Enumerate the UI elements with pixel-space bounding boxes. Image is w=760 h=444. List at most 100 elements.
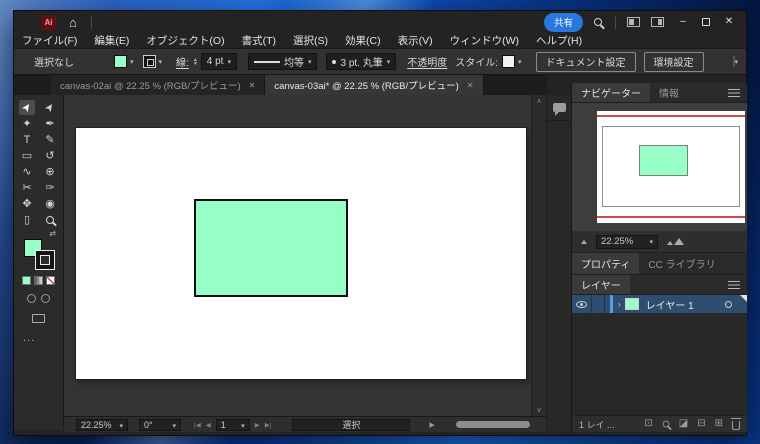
- width-tool[interactable]: ◉: [42, 196, 58, 211]
- stroke-label[interactable]: 線:: [176, 54, 189, 69]
- workspace-switcher-icon[interactable]: [651, 17, 664, 27]
- arrange-documents-icon[interactable]: [627, 17, 640, 27]
- stroke-color-swatch[interactable]: [142, 55, 156, 68]
- swap-fill-stroke-icon[interactable]: ⇄: [14, 229, 63, 238]
- first-artboard-icon[interactable]: |◀: [194, 421, 201, 429]
- none-button[interactable]: [46, 276, 55, 285]
- shape-builder-tool[interactable]: ⊕: [42, 164, 58, 179]
- scroll-down-icon[interactable]: [536, 406, 541, 414]
- layer-visibility-cell[interactable]: [572, 295, 592, 313]
- artboard[interactable]: [76, 128, 526, 379]
- app-logo-icon[interactable]: Ai: [41, 14, 56, 30]
- horizontal-scrollbar-thumb[interactable]: [456, 421, 530, 428]
- type-tool[interactable]: T: [19, 132, 35, 147]
- tab-close-icon[interactable]: ✕: [467, 81, 474, 90]
- layer-expand-icon[interactable]: [618, 300, 621, 309]
- navigator-menu-icon[interactable]: [728, 88, 740, 97]
- navigator-zoom-field[interactable]: 22.25%: [596, 234, 658, 249]
- fill-dropdown-icon[interactable]: [130, 56, 134, 67]
- next-artboard-icon[interactable]: ▶: [255, 421, 260, 429]
- eyedropper-tool[interactable]: ✑: [42, 180, 58, 195]
- zoom-tool[interactable]: [42, 212, 58, 227]
- rotate-tool[interactable]: ↺: [42, 148, 58, 163]
- document-setup-button[interactable]: ドキュメント設定: [535, 51, 636, 72]
- edit-toolbar-icon[interactable]: ...: [14, 332, 63, 344]
- stroke-width-dropdown-icon[interactable]: [227, 56, 231, 67]
- layer-row[interactable]: レイヤー 1: [572, 295, 747, 313]
- locate-object-icon[interactable]: [662, 420, 670, 428]
- opacity-label[interactable]: 不透明度: [407, 54, 447, 69]
- search-icon[interactable]: [594, 18, 602, 26]
- layer-name[interactable]: レイヤー 1: [646, 297, 694, 312]
- tab-close-icon[interactable]: ✕: [249, 81, 256, 90]
- status-expand-icon[interactable]: ▶: [429, 421, 434, 429]
- layers-panel-body[interactable]: [572, 313, 747, 416]
- stroke-width-field[interactable]: 4 pt: [200, 53, 237, 70]
- style-dropdown-icon[interactable]: [518, 56, 522, 67]
- tab-canvas-03[interactable]: canvas-03ai* @ 22.25 % (RGB/プレビュー) ✕: [265, 75, 484, 95]
- rotation-dropdown-icon[interactable]: [172, 420, 176, 430]
- artboard-dropdown-icon[interactable]: [241, 420, 245, 430]
- scissors-tool[interactable]: ✂: [19, 180, 35, 195]
- maximize-button[interactable]: [702, 18, 710, 26]
- zoom-dropdown-icon[interactable]: [119, 420, 123, 430]
- menu-item-effect[interactable]: 効果(C): [345, 33, 381, 48]
- zoom-in-icon[interactable]: [667, 241, 673, 245]
- rectangle-tool[interactable]: ▭: [19, 148, 35, 163]
- paintbrush-tool[interactable]: ✎: [42, 132, 58, 147]
- menu-item-edit[interactable]: 編集(E): [94, 33, 129, 48]
- pen-tool[interactable]: ✒: [42, 116, 58, 131]
- zoom-in-icon[interactable]: [674, 238, 684, 245]
- green-rectangle-shape[interactable]: [194, 199, 348, 297]
- zoom-level-field[interactable]: 22.25%: [76, 418, 128, 431]
- shaper-tool[interactable]: ∿: [19, 164, 35, 179]
- stroke-dropdown-icon[interactable]: [159, 56, 163, 67]
- artboard-tool[interactable]: ▯: [19, 212, 35, 227]
- artboard-number-field[interactable]: 1: [215, 418, 250, 431]
- menu-item-file[interactable]: ファイル(F): [22, 33, 77, 48]
- draw-normal-mode-icon[interactable]: [27, 294, 36, 303]
- share-button[interactable]: 共有: [543, 12, 583, 32]
- stroke-width-stepper[interactable]: ▲ ▼: [193, 57, 198, 66]
- rotation-field[interactable]: 0°: [139, 418, 181, 431]
- previous-artboard-icon[interactable]: ◀: [206, 421, 211, 429]
- preferences-button[interactable]: 環境設定: [643, 51, 704, 72]
- menu-item-view[interactable]: 表示(V): [398, 33, 433, 48]
- menu-item-window[interactable]: ウィンドウ(W): [450, 33, 519, 48]
- stroke-indicator[interactable]: [35, 251, 54, 269]
- navigator-preview[interactable]: [572, 103, 747, 231]
- canvas-area[interactable]: [64, 95, 531, 416]
- tab-properties[interactable]: プロパティ: [572, 253, 640, 274]
- minimize-button[interactable]: –: [675, 17, 691, 27]
- collect-for-export-icon[interactable]: ⊡: [644, 419, 652, 429]
- magic-wand-tool[interactable]: ✦: [19, 116, 35, 131]
- layer-target-icon[interactable]: [725, 300, 732, 308]
- home-icon[interactable]: [69, 16, 77, 29]
- delete-layer-icon[interactable]: [731, 417, 741, 430]
- menu-item-object[interactable]: オブジェクト(O): [146, 33, 224, 48]
- draw-behind-mode-icon[interactable]: [41, 294, 50, 303]
- comments-button[interactable]: [547, 95, 571, 121]
- tab-cc-libraries[interactable]: CC ライブラリ: [639, 253, 724, 274]
- direct-selection-tool[interactable]: ➤: [42, 100, 58, 115]
- close-button[interactable]: ✕: [721, 17, 737, 27]
- tab-canvas-02[interactable]: canvas-02ai @ 22.25 % (RGB/プレビュー) ✕: [51, 75, 266, 95]
- brush-field[interactable]: 3 pt. 丸筆: [326, 53, 397, 70]
- tab-info[interactable]: 情報: [650, 83, 688, 102]
- gradient-button[interactable]: [34, 276, 43, 285]
- width-profile-dropdown-icon[interactable]: [308, 56, 312, 67]
- clipping-mask-icon[interactable]: ◪: [679, 419, 688, 429]
- scroll-up-icon[interactable]: [536, 97, 541, 105]
- fill-color-swatch[interactable]: [114, 55, 127, 68]
- navigator-zoom-dropdown-icon[interactable]: [649, 236, 653, 247]
- screen-mode-icon[interactable]: [32, 314, 45, 323]
- menu-item-type[interactable]: 書式(T): [242, 33, 276, 48]
- tab-navigator[interactable]: ナビゲーター: [572, 83, 650, 102]
- new-sublayer-icon[interactable]: ⊟: [697, 419, 705, 429]
- panel-options-dropdown-icon[interactable]: [735, 56, 739, 67]
- layer-thumbnail[interactable]: [624, 298, 639, 310]
- menu-item-select[interactable]: 選択(S): [293, 33, 328, 48]
- hand-tool[interactable]: ✥: [19, 196, 35, 211]
- menu-item-help[interactable]: ヘルプ(H): [536, 33, 582, 48]
- selection-tool[interactable]: ➤: [19, 100, 35, 115]
